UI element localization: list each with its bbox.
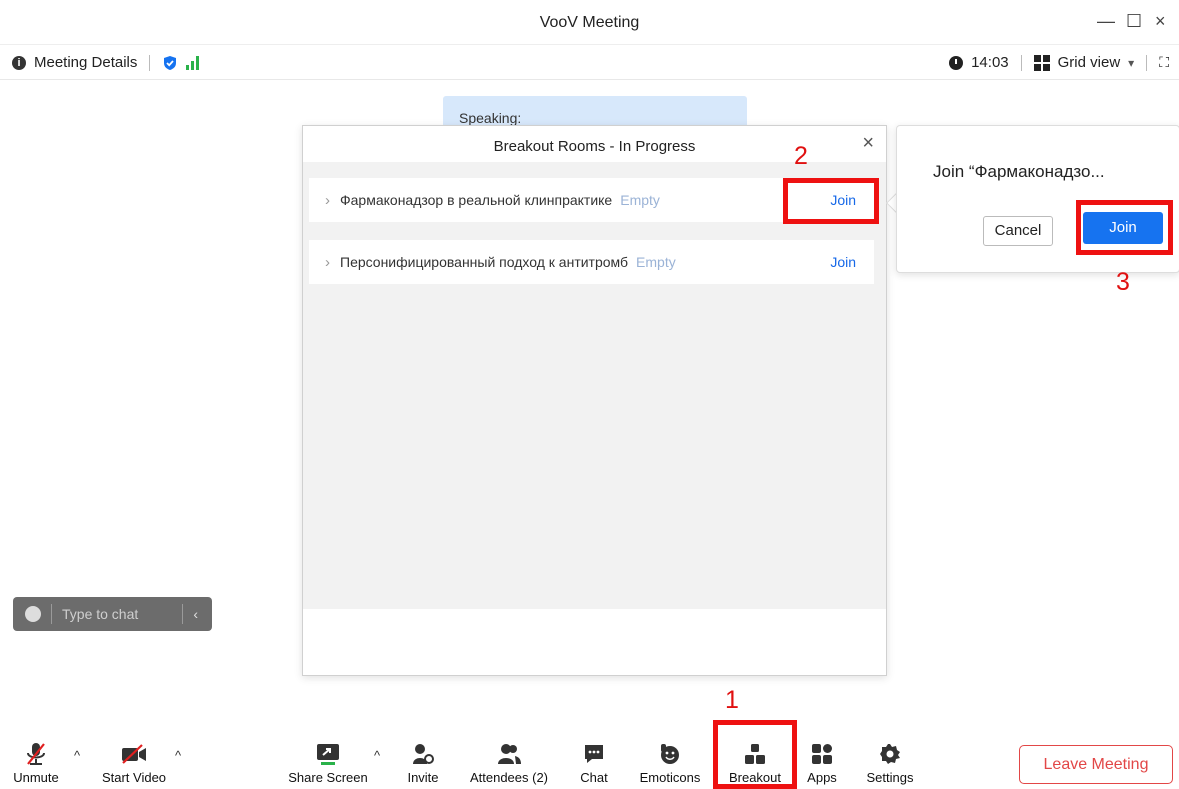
room-name: Персонифицированный подход к антитромб xyxy=(340,254,629,270)
chevron-right-icon[interactable]: › xyxy=(325,254,330,271)
security-shield-icon[interactable] xyxy=(162,55,178,71)
unmute-button[interactable]: Unmute xyxy=(8,740,64,785)
divider xyxy=(1020,54,1022,71)
chat-button[interactable]: Chat xyxy=(574,740,614,785)
breakout-button[interactable]: Breakout xyxy=(718,740,792,785)
join-confirm-text: Join “Фармаконадзо... xyxy=(933,162,1105,181)
maximize-button[interactable]: ☐ xyxy=(1126,11,1142,31)
camera-off-icon xyxy=(122,744,146,764)
chat-label: Chat xyxy=(580,770,608,785)
grid-view-icon xyxy=(1033,54,1050,71)
fullscreen-icon[interactable]: ⛶ xyxy=(1159,54,1169,71)
invite-button[interactable]: Invite xyxy=(400,740,446,785)
breakout-rooms-icon xyxy=(745,744,765,764)
meeting-info-bar: i Meeting Details 14:03 Grid view ▾ ⛶ xyxy=(0,44,1179,80)
room-name: Фармаконадзор в реальной клинпрактике xyxy=(340,192,613,208)
gear-icon xyxy=(880,744,900,764)
share-screen-icon xyxy=(317,744,339,765)
divider xyxy=(182,604,184,624)
invite-label: Invite xyxy=(407,770,439,785)
close-window-button[interactable]: × xyxy=(1155,11,1166,31)
microphone-muted-icon xyxy=(27,743,45,765)
title-bar: VooV Meeting — ☐ × xyxy=(0,0,1179,44)
step-number-1: 1 xyxy=(725,686,739,714)
breakout-label: Breakout xyxy=(728,770,782,785)
step-number-3: 3 xyxy=(1116,268,1130,296)
join-room-button[interactable]: Join xyxy=(830,254,856,270)
divider xyxy=(149,54,151,71)
room-status: Empty xyxy=(620,192,660,208)
share-options-caret[interactable]: ^ xyxy=(374,748,380,763)
info-icon[interactable]: i xyxy=(12,55,26,70)
divider xyxy=(51,604,52,624)
start-video-label: Start Video xyxy=(101,770,167,785)
invite-user-icon xyxy=(413,744,434,764)
emoticons-button[interactable]: Emoticons xyxy=(632,740,708,785)
emoji-icon[interactable] xyxy=(25,606,41,622)
collapse-chat-icon[interactable]: ‹ xyxy=(193,606,198,622)
apps-label: Apps xyxy=(807,770,837,785)
emoticons-label: Emoticons xyxy=(639,770,701,785)
leave-meeting-button[interactable]: Leave Meeting xyxy=(1019,745,1173,784)
chevron-down-icon[interactable]: ▾ xyxy=(1128,56,1134,70)
settings-label: Settings xyxy=(866,770,914,785)
settings-button[interactable]: Settings xyxy=(858,740,922,785)
step-number-2: 2 xyxy=(794,142,808,170)
audio-options-caret[interactable]: ^ xyxy=(74,748,80,763)
attendees-label: Attendees (2) xyxy=(469,770,549,785)
chat-input[interactable]: Type to chat ‹ xyxy=(13,597,212,631)
cancel-button[interactable]: Cancel xyxy=(983,216,1053,246)
share-screen-label: Share Screen xyxy=(288,770,368,785)
chevron-right-icon[interactable]: › xyxy=(325,192,330,209)
grid-view-dropdown[interactable]: Grid view xyxy=(1058,54,1121,71)
meeting-time: 14:03 xyxy=(971,54,1009,71)
unmute-label: Unmute xyxy=(13,770,59,785)
window-title: VooV Meeting xyxy=(539,14,640,31)
share-screen-button[interactable]: Share Screen xyxy=(282,740,374,785)
attendees-button[interactable]: Attendees (2) xyxy=(462,740,556,785)
chat-bubble-icon xyxy=(585,745,603,763)
chat-placeholder[interactable]: Type to chat xyxy=(62,606,172,622)
room-status: Empty xyxy=(636,254,676,270)
divider xyxy=(1146,54,1148,71)
attendees-icon xyxy=(498,744,521,764)
clock-icon xyxy=(949,55,964,70)
highlight-box-step3 xyxy=(1076,200,1173,255)
apps-grid-icon xyxy=(812,744,832,764)
room-list: › Фармаконадзор в реальной клинпрактике … xyxy=(303,162,886,609)
apps-button[interactable]: Apps xyxy=(802,740,842,785)
emoticons-icon xyxy=(661,744,679,764)
minimize-button[interactable]: — xyxy=(1097,11,1115,31)
video-options-caret[interactable]: ^ xyxy=(175,748,181,763)
list-item[interactable]: › Персонифицированный подход к антитромб… xyxy=(309,240,874,284)
meeting-details-link[interactable]: Meeting Details xyxy=(34,54,137,71)
close-icon[interactable]: × xyxy=(862,132,874,155)
highlight-box-step2 xyxy=(783,178,879,224)
start-video-button[interactable]: Start Video xyxy=(94,740,174,785)
signal-strength-icon[interactable] xyxy=(186,55,200,70)
